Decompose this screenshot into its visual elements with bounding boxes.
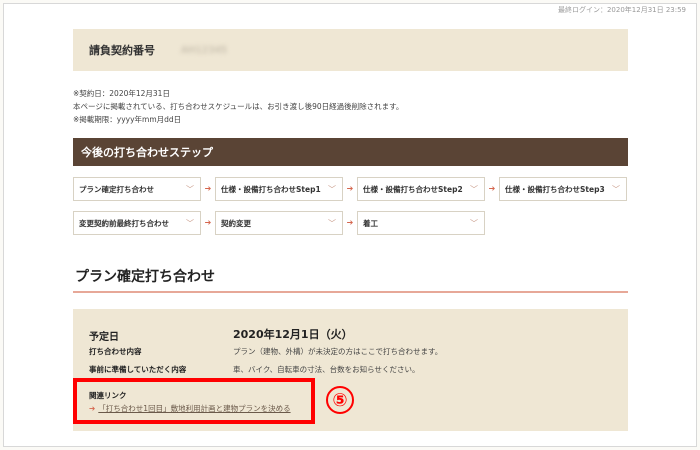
arrow-right-icon: ➔ <box>346 184 354 193</box>
chevron-down-icon: ﹀ <box>612 185 620 194</box>
chevron-down-icon: ﹀ <box>186 219 194 228</box>
step-label: 着工 <box>363 218 378 228</box>
contract-label: 請負契約番号 <box>89 44 155 57</box>
step-construction-start[interactable]: 着工 ﹀ <box>357 211 485 235</box>
step-spec-1[interactable]: 仕様・設備打ち合わせStep1 ﹀ <box>215 177 343 201</box>
step-plan-confirm[interactable]: プラン確定打ち合わせ ﹀ <box>73 177 201 201</box>
step-label: 仕様・設備打ち合わせStep2 <box>363 184 463 194</box>
prep-label: 事前に準備していただく内容 <box>89 365 187 374</box>
step-label: 仕様・設備打ち合わせStep3 <box>505 184 605 194</box>
step-final-before-change[interactable]: 変更契約前最終打ち合わせ ﹀ <box>73 211 201 235</box>
chevron-down-icon: ﹀ <box>470 185 478 194</box>
date-label: 予定日 <box>89 332 119 343</box>
contract-box: 請負契約番号 AH12345 <box>73 29 628 71</box>
step-label: プラン確定打ち合わせ <box>79 184 154 194</box>
date-value: 2020年12月1日（火） <box>233 328 353 341</box>
chevron-down-icon: ﹀ <box>328 219 336 228</box>
chevron-down-icon: ﹀ <box>328 185 336 194</box>
step-spec-3[interactable]: 仕様・設備打ち合わせStep3 ﹀ <box>499 177 627 201</box>
notes: ※契約日：2020年12月31日 本ページに掲載されている、打ち合わせスケジュー… <box>73 87 403 126</box>
note-expiry: ※掲載期限：yyyy年mm月dd日 <box>73 115 182 124</box>
chevron-down-icon: ﹀ <box>186 185 194 194</box>
step-label: 仕様・設備打ち合わせStep1 <box>221 184 321 194</box>
highlight-box <box>73 378 315 424</box>
step-label: 変更契約前最終打ち合わせ <box>79 218 169 228</box>
step-contract-change[interactable]: 契約変更 ﹀ <box>215 211 343 235</box>
callout-number-five: ⑤ <box>326 386 354 414</box>
chevron-down-icon: ﹀ <box>470 219 478 228</box>
arrow-right-icon: ➔ <box>346 218 354 227</box>
arrow-right-icon: ➔ <box>488 184 496 193</box>
arrow-right-icon: ➔ <box>204 184 212 193</box>
last-login-text: 最終ログイン：2020年12月31日 23:59 <box>557 6 686 14</box>
contract-number: AH12345 <box>181 44 228 56</box>
arrow-right-icon: ➔ <box>204 218 212 227</box>
prep-value: 車、バイク、自転車の寸法、台数をお知らせください。 <box>233 365 420 374</box>
section-divider <box>73 291 628 293</box>
step-spec-2[interactable]: 仕様・設備打ち合わせStep2 ﹀ <box>357 177 485 201</box>
note-contract-date: ※契約日：2020年12月31日 <box>73 89 170 98</box>
note-deletion: 本ページに掲載されている、打ち合わせスケジュールは、お引き渡し後90日経過後削除… <box>73 102 404 111</box>
step-label: 契約変更 <box>221 218 251 228</box>
content-label: 打ち合わせ内容 <box>89 347 142 356</box>
content-value: プラン（建物、外構）が未決定の方はここで打ち合わせます。 <box>233 347 443 356</box>
section-title: プラン確定打ち合わせ <box>75 269 215 285</box>
steps-header: 今後の打ち合わせステップ <box>73 138 628 166</box>
